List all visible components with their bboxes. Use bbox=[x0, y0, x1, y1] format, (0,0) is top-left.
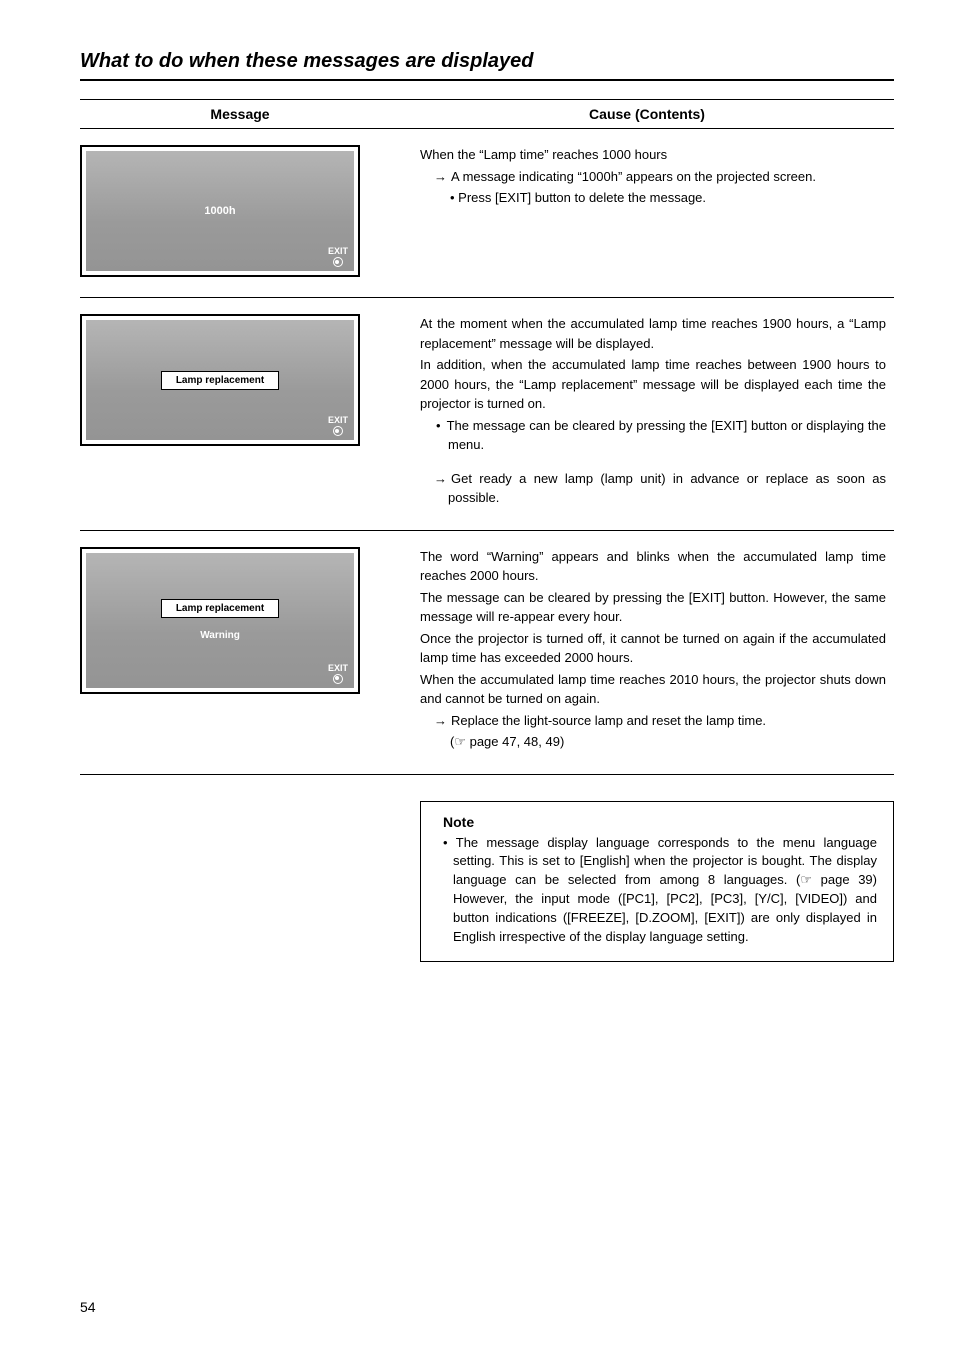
cause-text: The message can be cleared by pressing t… bbox=[420, 588, 886, 627]
screen-warning-text: Warning bbox=[200, 630, 240, 641]
cause-cell: The word “Warning” appears and blinks wh… bbox=[420, 547, 894, 754]
note-box: Note The message display language corres… bbox=[420, 801, 894, 962]
cause-text: When the accumulated lamp time reaches 2… bbox=[420, 670, 886, 709]
screen-label-lamp-replacement: Lamp replacement bbox=[161, 371, 279, 390]
cause-text: Get ready a new lamp (lamp unit) in adva… bbox=[420, 469, 886, 508]
cause-text: At the moment when the accumulated lamp … bbox=[420, 314, 886, 353]
message-screenshot: Lamp replacement Warning EXIT bbox=[80, 547, 360, 694]
exit-icon bbox=[333, 674, 343, 684]
message-screenshot: Lamp replacement EXIT bbox=[80, 314, 360, 446]
message-screenshot: 1000h EXIT bbox=[80, 145, 360, 277]
cause-text: Replace the light-source lamp and reset … bbox=[420, 711, 886, 731]
exit-icon bbox=[333, 257, 343, 267]
cause-cell: When the “Lamp time” reaches 1000 hours … bbox=[420, 145, 894, 277]
cause-text: A message indicating “1000h” appears on … bbox=[420, 167, 886, 187]
exit-label: EXIT bbox=[328, 663, 348, 673]
table-row: Lamp replacement Warning EXIT The word “… bbox=[80, 531, 894, 775]
page-reference: (☞ page 47, 48, 49) bbox=[420, 732, 886, 752]
exit-label: EXIT bbox=[328, 415, 348, 425]
section-title: What to do when these messages are displ… bbox=[80, 50, 894, 73]
cause-bullet: The message can be cleared by pressing t… bbox=[420, 416, 886, 455]
table-row: Lamp replacement EXIT At the moment when… bbox=[80, 298, 894, 531]
cause-cell: At the moment when the accumulated lamp … bbox=[420, 314, 894, 510]
page-number: 54 bbox=[80, 1299, 96, 1315]
cause-text: When the “Lamp time” reaches 1000 hours bbox=[420, 145, 886, 165]
screen-label-lamp-replacement: Lamp replacement bbox=[161, 599, 279, 618]
exit-icon bbox=[333, 426, 343, 436]
exit-indicator: EXIT bbox=[328, 663, 348, 684]
note-body: The message display language corresponds… bbox=[443, 834, 877, 947]
cause-text: Once the projector is turned off, it can… bbox=[420, 629, 886, 668]
title-divider bbox=[80, 79, 894, 81]
table-header-row: Message Cause (Contents) bbox=[80, 99, 894, 129]
cause-text: In addition, when the accumulated lamp t… bbox=[420, 355, 886, 414]
exit-label: EXIT bbox=[328, 246, 348, 256]
header-message: Message bbox=[80, 100, 400, 128]
note-title: Note bbox=[443, 814, 877, 830]
cause-text: • Press [EXIT] button to delete the mess… bbox=[420, 188, 886, 208]
cause-text: The word “Warning” appears and blinks wh… bbox=[420, 547, 886, 586]
header-cause: Cause (Contents) bbox=[400, 100, 894, 128]
exit-indicator: EXIT bbox=[328, 415, 348, 436]
exit-indicator: EXIT bbox=[328, 246, 348, 267]
table-row: 1000h EXIT When the “Lamp time” reaches … bbox=[80, 129, 894, 298]
screen-text-1000h: 1000h bbox=[204, 205, 235, 217]
